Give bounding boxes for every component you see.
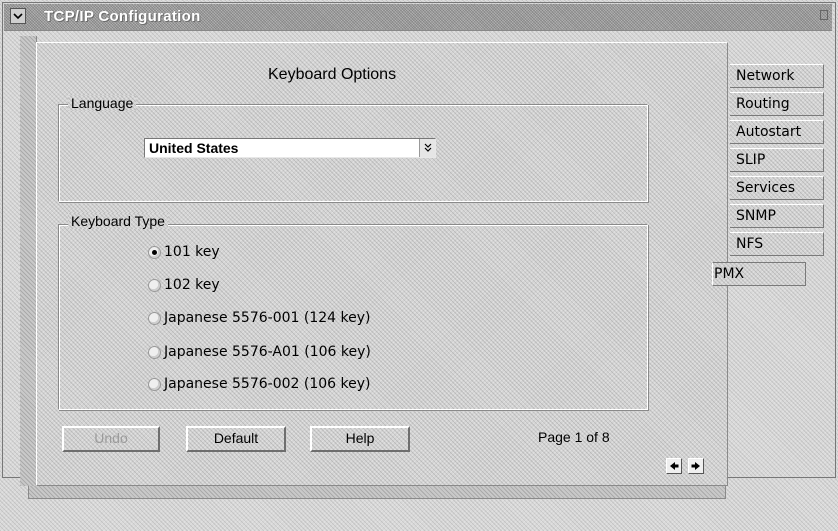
chevron-down-icon[interactable] — [419, 139, 435, 157]
window-title: TCP/IP Configuration — [44, 8, 201, 25]
radio-button[interactable] — [148, 377, 161, 391]
arrow-left-icon[interactable] — [666, 458, 682, 474]
help-button[interactable]: Help — [310, 426, 410, 452]
tab-autostart[interactable]: Autostart — [730, 120, 824, 144]
radio-button[interactable] — [148, 245, 161, 259]
radio-japanese-5576-002[interactable]: Japanese 5576-002 (106 key) — [148, 375, 370, 393]
tab-services[interactable]: Services — [730, 176, 824, 200]
radio-button[interactable] — [148, 345, 161, 359]
tab-snmp[interactable]: SNMP — [730, 204, 824, 228]
system-menu-icon[interactable] — [10, 8, 26, 24]
radio-button[interactable] — [148, 311, 161, 325]
radio-japanese-5576-a01[interactable]: Japanese 5576-A01 (106 key) — [148, 343, 371, 361]
radio-label: Japanese 5576-002 (106 key) — [164, 376, 371, 392]
notebook-binding — [20, 36, 37, 486]
tab-routing[interactable]: Routing — [730, 92, 824, 116]
tab-pmx[interactable]: PMX — [712, 262, 806, 286]
page-indicator: Page 1 of 8 — [538, 429, 610, 445]
radio-button[interactable] — [148, 278, 161, 292]
page-title: Keyboard Options — [268, 66, 397, 83]
arrow-right-icon[interactable] — [688, 458, 704, 474]
language-dropdown[interactable]: United States — [144, 138, 436, 158]
radio-japanese-5576-001[interactable]: Japanese 5576-001 (124 key) — [148, 309, 370, 327]
radio-101-key[interactable]: 101 key — [148, 243, 220, 261]
radio-label: Japanese 5576-001 (124 key) — [164, 310, 371, 326]
default-button[interactable]: Default — [186, 426, 286, 452]
keyboard-type-group-label: Keyboard Type — [68, 213, 168, 229]
notebook-page-edge — [28, 486, 726, 499]
tab-network[interactable]: Network — [730, 64, 824, 88]
tab-nfs[interactable]: NFS — [730, 232, 824, 256]
title-bar[interactable]: TCP/IP Configuration — [4, 4, 832, 31]
radio-label: 102 key — [164, 277, 220, 293]
language-group-label: Language — [68, 95, 136, 111]
radio-102-key[interactable]: 102 key — [148, 276, 220, 294]
tab-slip[interactable]: SLIP — [730, 148, 824, 172]
radio-label: 101 key — [164, 244, 220, 260]
language-selected-value: United States — [149, 140, 239, 156]
window-control-icon[interactable] — [820, 10, 828, 20]
radio-label: Japanese 5576-A01 (106 key) — [164, 344, 371, 360]
undo-button[interactable]: Undo — [62, 426, 160, 452]
